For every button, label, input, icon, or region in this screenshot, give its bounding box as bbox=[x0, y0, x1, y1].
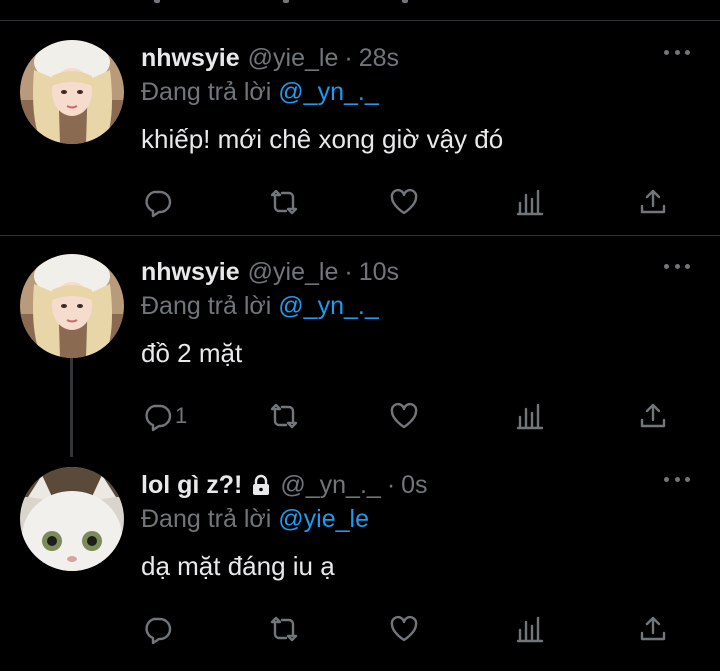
replying-to: Đang trả lời @_yn_._ bbox=[141, 292, 379, 321]
tweet-text: đồ 2 mặt bbox=[141, 338, 243, 368]
replying-to-mention[interactable]: @_yn_._ bbox=[278, 292, 378, 320]
retweet-button[interactable] bbox=[268, 609, 300, 649]
divider bbox=[0, 20, 720, 21]
separator: · bbox=[386, 470, 396, 499]
reply-button[interactable] bbox=[141, 609, 175, 649]
analytics-icon bbox=[516, 403, 544, 430]
display-name[interactable]: lol gì z?! bbox=[141, 471, 242, 500]
timestamp[interactable]: 10s bbox=[359, 258, 399, 287]
replying-to-label: Đang trả lời bbox=[141, 292, 279, 320]
previous-tweet-actions bbox=[0, 0, 720, 20]
user-handle[interactable]: @yie_le bbox=[248, 258, 339, 287]
tweet[interactable]: lol gì z?! @_yn_._ · 0s Đang trả lời @yi… bbox=[0, 467, 720, 667]
more-options-icon[interactable] bbox=[664, 264, 690, 272]
like-icon[interactable] bbox=[402, 0, 408, 3]
display-name[interactable]: nhwsyie bbox=[141, 44, 240, 73]
like-button[interactable] bbox=[388, 609, 420, 649]
replying-to-label: Đang trả lời bbox=[141, 505, 279, 533]
tweet-text: dạ mặt đáng iu ạ bbox=[141, 551, 335, 581]
timestamp[interactable]: 28s bbox=[359, 44, 399, 73]
more-options-icon[interactable] bbox=[664, 477, 690, 485]
retweet-button[interactable] bbox=[268, 182, 300, 222]
share-icon bbox=[640, 403, 666, 428]
analytics-button[interactable] bbox=[514, 609, 546, 649]
reply-icon bbox=[145, 404, 172, 432]
analytics-icon bbox=[516, 616, 544, 643]
tweet-actions bbox=[0, 609, 720, 649]
reply-count: 1 bbox=[175, 403, 188, 428]
tweet[interactable]: nhwsyie @yie_le · 10s Đang trả lời @_yn_… bbox=[0, 254, 720, 454]
share-button[interactable] bbox=[637, 609, 669, 649]
user-handle[interactable]: @yie_le bbox=[248, 44, 339, 73]
share-icon bbox=[640, 616, 666, 641]
analytics-icon bbox=[516, 189, 544, 216]
user-handle[interactable]: @_yn_._ bbox=[280, 471, 380, 500]
reply-icon[interactable] bbox=[154, 0, 160, 3]
replying-to-mention[interactable]: @yie_le bbox=[278, 505, 369, 533]
reply-icon bbox=[145, 190, 172, 218]
tweet-actions bbox=[0, 182, 720, 222]
avatar[interactable] bbox=[20, 40, 124, 144]
tweet-header: nhwsyie @yie_le · 28s bbox=[141, 40, 399, 76]
reply-button[interactable]: 1 bbox=[141, 396, 187, 436]
avatar[interactable] bbox=[20, 254, 124, 358]
tweet-header: lol gì z?! @_yn_._ · 0s bbox=[141, 467, 428, 503]
reply-icon bbox=[145, 617, 172, 645]
like-icon bbox=[390, 615, 418, 642]
retweet-button[interactable] bbox=[268, 396, 300, 436]
analytics-button[interactable] bbox=[514, 396, 546, 436]
replying-to: Đang trả lời @_yn_._ bbox=[141, 78, 379, 107]
share-button[interactable] bbox=[637, 396, 669, 436]
replying-to-label: Đang trả lời bbox=[141, 78, 279, 106]
like-icon bbox=[390, 188, 418, 215]
separator: · bbox=[344, 257, 353, 286]
tweet[interactable]: nhwsyie @yie_le · 28s Đang trả lời @_yn_… bbox=[0, 40, 720, 235]
share-button[interactable] bbox=[637, 182, 669, 222]
lock-icon bbox=[253, 474, 270, 495]
reply-button[interactable] bbox=[141, 182, 175, 222]
replying-to-mention[interactable]: @_yn_._ bbox=[278, 78, 378, 106]
tweet-actions: 1 bbox=[0, 396, 720, 436]
retweet-icon bbox=[270, 189, 298, 215]
retweet-icon bbox=[270, 616, 298, 642]
share-icon bbox=[640, 189, 666, 214]
avatar[interactable] bbox=[20, 467, 124, 571]
display-name[interactable]: nhwsyie bbox=[141, 258, 240, 287]
divider bbox=[0, 235, 720, 236]
tweet-text: khiếp! mới chê xong giờ vậy đó bbox=[141, 124, 504, 154]
tweet-header: nhwsyie @yie_le · 10s bbox=[141, 254, 399, 290]
like-button[interactable] bbox=[388, 396, 420, 436]
replying-to: Đang trả lời @yie_le bbox=[141, 505, 369, 534]
retweet-icon bbox=[270, 403, 298, 429]
more-options-icon[interactable] bbox=[664, 50, 690, 58]
retweet-icon[interactable] bbox=[283, 0, 289, 3]
timestamp[interactable]: 0s bbox=[401, 471, 427, 500]
analytics-button[interactable] bbox=[514, 182, 546, 222]
separator: · bbox=[344, 43, 353, 72]
like-icon bbox=[390, 402, 418, 429]
like-button[interactable] bbox=[388, 182, 420, 222]
